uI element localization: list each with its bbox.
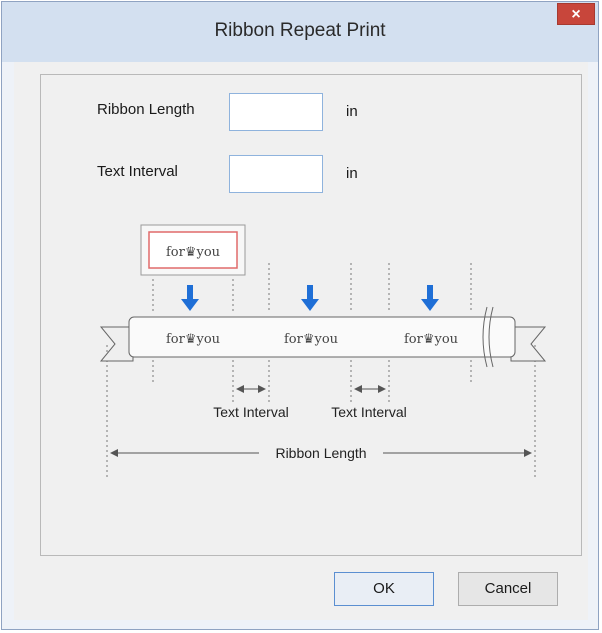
sample-text: for♛you: [166, 245, 220, 260]
length-label: Ribbon Length: [275, 445, 366, 461]
ok-button[interactable]: OK: [334, 572, 434, 606]
ribbon-text-1: for♛you: [166, 332, 220, 347]
print-position-arrows: [181, 285, 439, 311]
interval-label-1: Text Interval: [213, 404, 288, 420]
dialog-title: Ribbon Repeat Print: [214, 20, 386, 41]
ribbon-text-2: for♛you: [284, 332, 338, 347]
settings-group: Ribbon Length in Text Interval in for♛yo…: [40, 74, 582, 556]
interval-label-2: Text Interval: [331, 404, 406, 420]
cancel-button[interactable]: Cancel: [458, 572, 558, 606]
ribbon-illustration: for♛you for♛you for♛you: [99, 306, 547, 368]
close-button[interactable]: ×: [557, 3, 595, 25]
title-bar: Ribbon Repeat Print ×: [2, 2, 598, 62]
sample-text-box: for♛you: [140, 224, 246, 276]
ribbon-text-3: for♛you: [404, 332, 458, 347]
ribbon-diagram: for♛you for♛you for♛you for♛you Text Int…: [99, 224, 547, 477]
dialog-client-area: Ribbon Length in Text Interval in for♛yo…: [14, 62, 588, 620]
dialog-window: Ribbon Repeat Print × Ribbon Length in T…: [1, 1, 599, 630]
